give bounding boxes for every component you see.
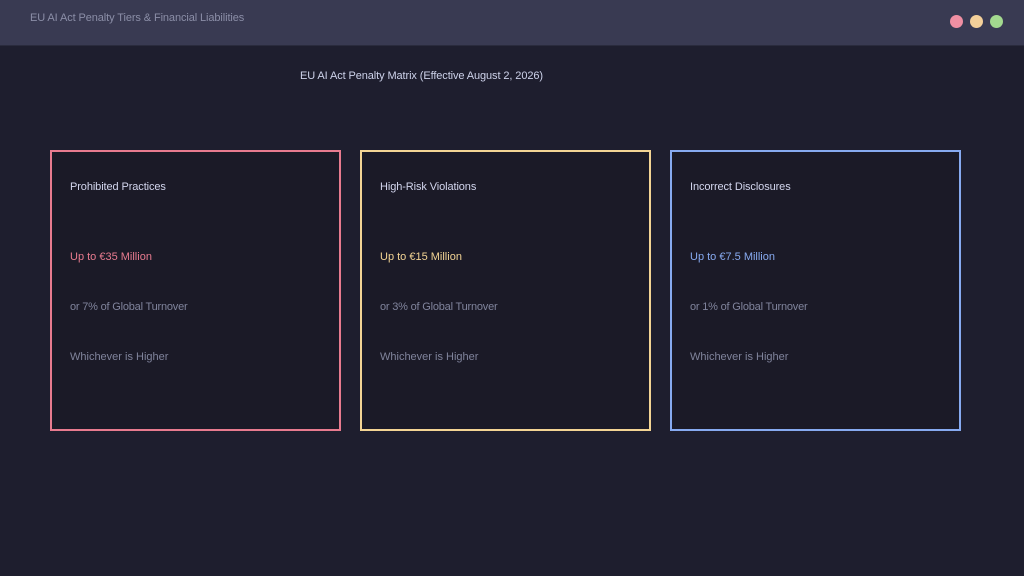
minimize-button[interactable] xyxy=(970,15,983,28)
window-title: EU AI Act Penalty Tiers & Financial Liab… xyxy=(30,12,245,24)
tier-card-disclosures: Incorrect Disclosures Up to €7.5 Million… xyxy=(670,150,961,431)
window-controls xyxy=(950,15,1003,28)
tier-note: Whichever is Higher xyxy=(690,351,789,363)
app-window: EU AI Act Penalty Tiers & Financial Liab… xyxy=(0,0,1024,576)
title-bar: EU AI Act Penalty Tiers & Financial Liab… xyxy=(0,0,1024,46)
tier-amount: Up to €7.5 Million xyxy=(690,251,775,263)
tier-name: High-Risk Violations xyxy=(380,181,477,193)
matrix-title: EU AI Act Penalty Matrix (Effective Augu… xyxy=(300,70,543,82)
tier-name: Prohibited Practices xyxy=(70,181,166,193)
tier-amount: Up to €15 Million xyxy=(380,251,462,263)
tier-percent: or 1% of Global Turnover xyxy=(690,301,808,313)
tier-percent: or 3% of Global Turnover xyxy=(380,301,498,313)
tier-name: Incorrect Disclosures xyxy=(690,181,791,193)
tier-card-prohibited: Prohibited Practices Up to €35 Million o… xyxy=(50,150,341,431)
tier-note: Whichever is Higher xyxy=(380,351,479,363)
tier-note: Whichever is Higher xyxy=(70,351,169,363)
maximize-button[interactable] xyxy=(990,15,1003,28)
tier-card-high-risk: High-Risk Violations Up to €15 Million o… xyxy=(360,150,651,431)
tier-percent: or 7% of Global Turnover xyxy=(70,301,188,313)
close-button[interactable] xyxy=(950,15,963,28)
tier-amount: Up to €35 Million xyxy=(70,251,152,263)
